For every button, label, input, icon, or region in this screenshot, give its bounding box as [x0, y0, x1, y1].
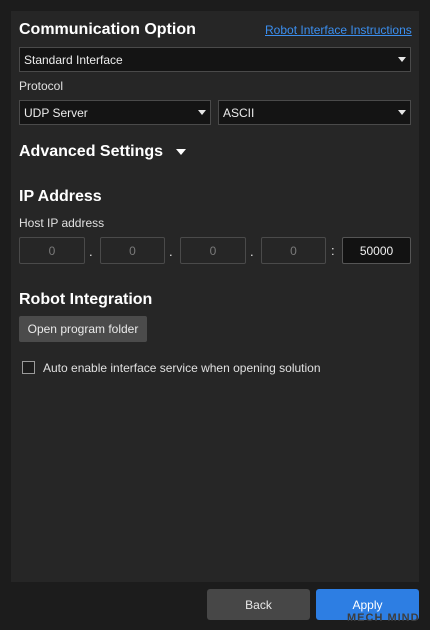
protocol-format-select[interactable]: ASCII — [218, 100, 411, 125]
open-program-folder-button[interactable]: Open program folder — [19, 316, 147, 342]
auto-enable-label: Auto enable interface service when openi… — [43, 361, 321, 375]
host-ip-label: Host IP address — [19, 216, 105, 230]
port-input[interactable]: 50000 — [342, 237, 411, 264]
ip-dot-separator: . — [169, 244, 173, 259]
communication-option-heading: Communication Option — [19, 21, 196, 38]
chevron-down-icon — [398, 57, 406, 62]
ip-octet-1-input[interactable]: 0 — [19, 237, 85, 264]
ip-dot-separator: . — [250, 244, 254, 259]
ip-octet-2-input[interactable]: 0 — [100, 237, 165, 264]
robot-interface-instructions-link[interactable]: Robot Interface Instructions — [265, 23, 412, 37]
ip-octet-4-input[interactable]: 0 — [261, 237, 326, 264]
ip-dot-separator: . — [89, 244, 93, 259]
caret-down-icon[interactable] — [176, 149, 186, 155]
robot-integration-heading: Robot Integration — [19, 291, 153, 308]
advanced-settings-toggle[interactable]: Advanced Settings — [19, 143, 163, 161]
mech-mind-watermark: MECH MIND — [347, 612, 420, 624]
auto-enable-checkbox[interactable] — [22, 361, 35, 374]
advanced-settings-label: Advanced Settings — [19, 143, 164, 160]
protocol-format-value: ASCII — [223, 105, 255, 120]
ip-octet-3-input[interactable]: 0 — [180, 237, 246, 264]
protocol-transport-select[interactable]: UDP Server — [19, 100, 211, 125]
protocol-label: Protocol — [19, 79, 64, 93]
interface-select-value: Standard Interface — [24, 52, 123, 67]
chevron-down-icon — [198, 110, 206, 115]
chevron-down-icon — [398, 110, 406, 115]
ip-address-heading: IP Address — [19, 188, 102, 205]
interface-select[interactable]: Standard Interface — [19, 47, 411, 72]
back-button[interactable]: Back — [207, 589, 310, 620]
port-colon-separator: : — [331, 243, 335, 258]
protocol-transport-value: UDP Server — [24, 105, 88, 120]
